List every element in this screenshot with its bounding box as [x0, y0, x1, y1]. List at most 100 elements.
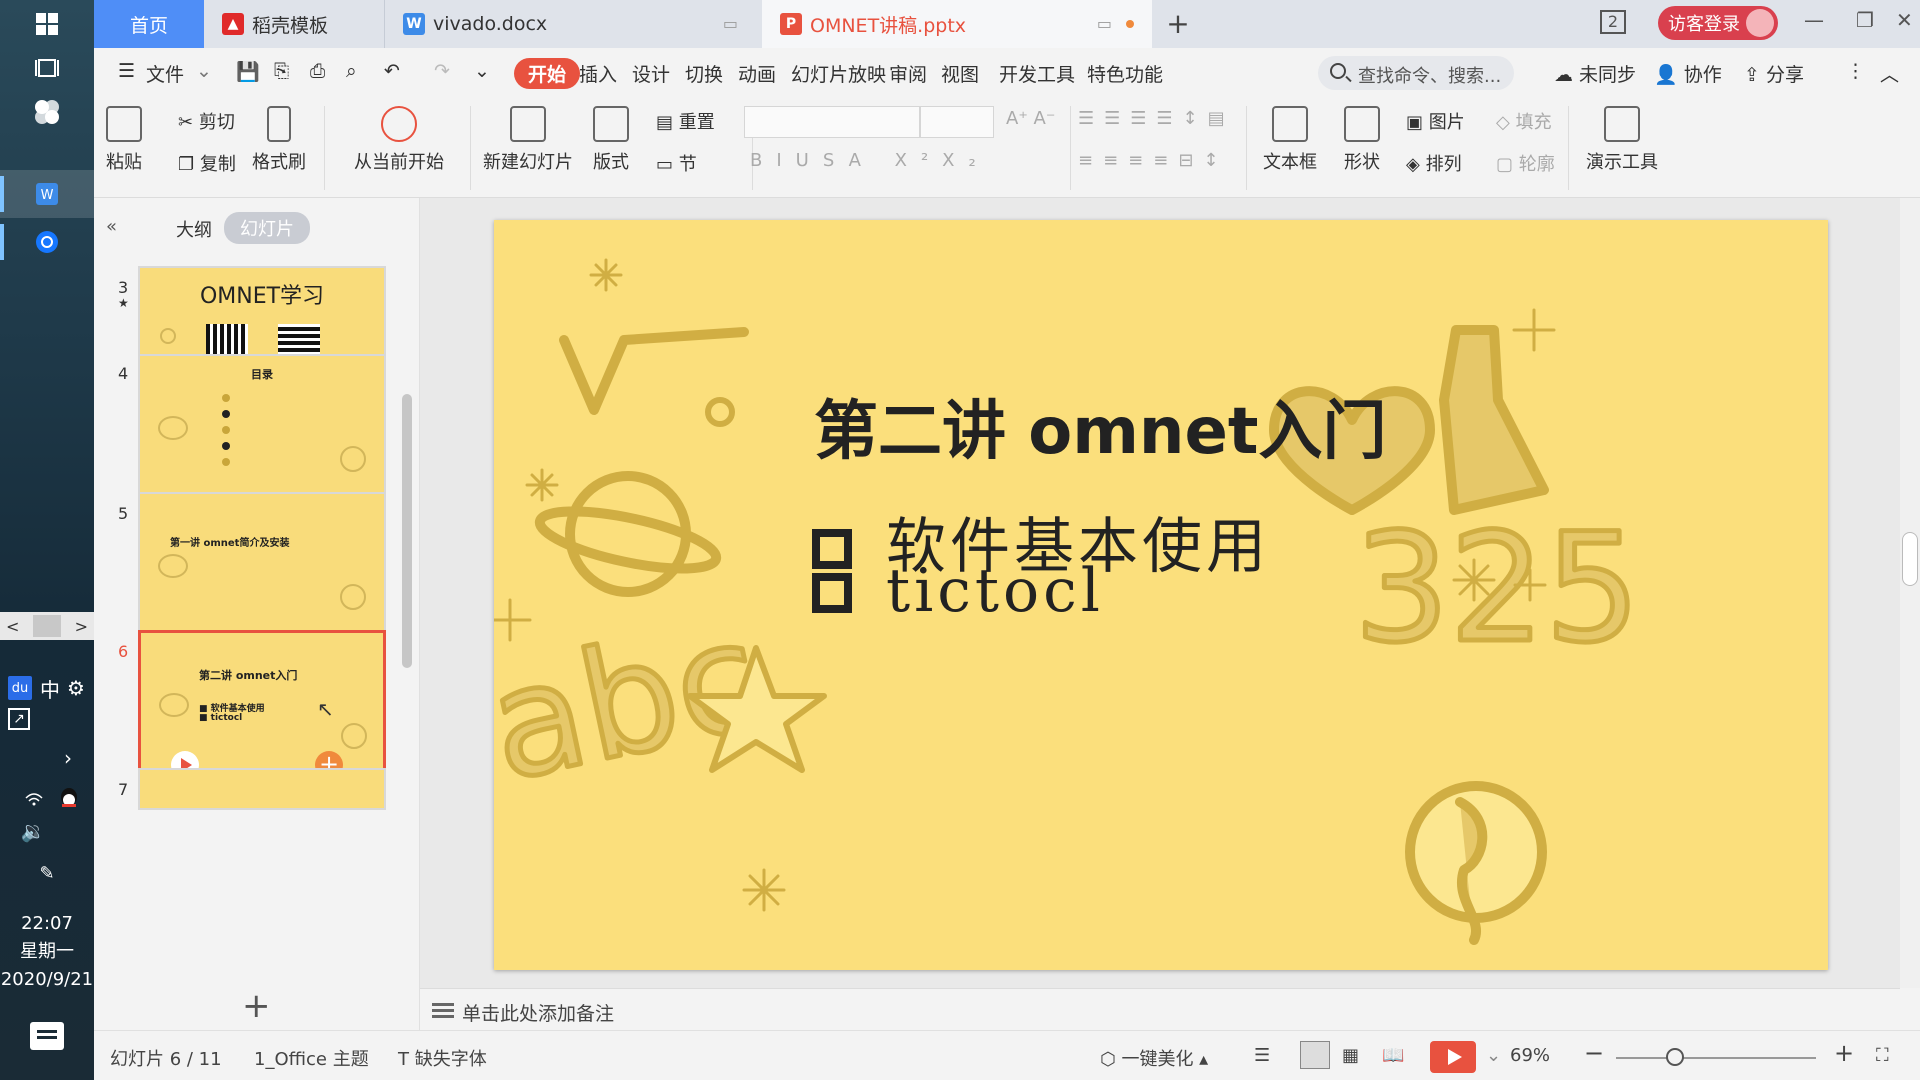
collapse-panel-icon[interactable]: « — [106, 216, 117, 237]
export-icon[interactable]: ⎘ — [274, 60, 289, 82]
add-slide-button[interactable]: + — [242, 986, 271, 1026]
task-view-icon[interactable] — [0, 44, 94, 92]
more-quick-icon[interactable]: ⌄ — [474, 60, 490, 82]
menu-file[interactable]: 文件 — [146, 60, 184, 87]
zoom-slider[interactable] — [1616, 1057, 1816, 1059]
print-icon[interactable]: ⎙ — [310, 60, 325, 82]
taskbar-wps-writer[interactable]: W — [0, 170, 94, 218]
tab-vivado-docx[interactable]: W vivado.docx ▭ — [384, 0, 754, 48]
picture-button[interactable]: ▣ 图片 — [1406, 108, 1465, 134]
scroll-thumb[interactable] — [33, 615, 61, 637]
present-tools-button[interactable]: 演示工具 — [1578, 106, 1666, 174]
slide-bullet[interactable]: tictocl — [812, 556, 1104, 626]
scroll-left-icon[interactable]: < — [6, 617, 19, 636]
restore-button[interactable]: ❐ — [1856, 8, 1874, 32]
menu-design[interactable]: 设计 — [632, 60, 670, 87]
share-button[interactable]: ⇪ 分享 — [1744, 60, 1804, 87]
missing-font-button[interactable]: T 缺失字体 — [398, 1045, 487, 1071]
tab-slides[interactable]: 幻灯片 — [224, 212, 310, 244]
baidu-ime-icon[interactable]: du — [8, 676, 32, 700]
collab-button[interactable]: 👤 协作 — [1654, 60, 1722, 87]
reset-button[interactable]: ▤ 重置 — [656, 108, 715, 134]
slideshow-play-button[interactable] — [1430, 1041, 1476, 1073]
menu-insert[interactable]: 插入 — [579, 60, 617, 87]
arrange-button[interactable]: ◈ 排列 — [1406, 150, 1462, 176]
wifi-icon[interactable] — [22, 786, 46, 810]
command-search-input[interactable]: 查找命令、搜索... — [1318, 56, 1514, 90]
cut-button[interactable]: ✂ 剪切 — [178, 108, 235, 134]
format-painter-button[interactable]: 格式刷 — [244, 106, 314, 174]
paragraph-list-buttons[interactable]: ☰☰☰☰↕▤ — [1078, 108, 1235, 129]
slide[interactable]: abc 325 第二讲 omnet入门 软件基本使用 tictocl — [494, 220, 1828, 970]
section-button[interactable]: ▭ 节 — [656, 150, 697, 176]
qq-icon[interactable] — [56, 786, 82, 812]
system-clock[interactable]: 22:07 星期一 2020/9/21 — [0, 910, 94, 994]
tab-home[interactable]: 首页 — [94, 0, 204, 48]
font-size-select[interactable] — [920, 106, 994, 138]
menu-animation[interactable]: 动画 — [738, 60, 776, 87]
new-slide-button[interactable]: 新建幻灯片 — [480, 106, 576, 174]
zoom-in-icon[interactable]: + — [1834, 1039, 1854, 1067]
zoom-out-icon[interactable]: − — [1584, 1039, 1604, 1067]
outline-button[interactable]: ▢ 轮廓 — [1496, 150, 1555, 176]
taskbar-scrollbar[interactable]: < > — [0, 612, 94, 640]
notes-toggle-icon[interactable]: ☰ — [1254, 1045, 1270, 1066]
taskbar-app-blue[interactable] — [0, 218, 94, 266]
font-family-select[interactable] — [744, 106, 920, 138]
play-options-icon[interactable]: ⌄ — [1486, 1045, 1501, 1066]
menu-review[interactable]: 审阅 — [889, 60, 927, 87]
panel-scrollbar[interactable] — [402, 394, 412, 668]
volume-icon[interactable]: 🔉 — [20, 818, 46, 844]
fit-window-icon[interactable]: ⛶ — [1876, 1045, 1889, 1066]
ime-mode[interactable]: 中 — [38, 676, 62, 702]
chevron-down-icon[interactable]: ⌄ — [196, 60, 212, 82]
zoom-slider-handle[interactable] — [1666, 1048, 1684, 1066]
app-pinwheel-icon[interactable] — [0, 88, 94, 136]
guest-login-button[interactable]: 访客登录 — [1658, 6, 1778, 40]
undo-icon[interactable]: ↶ — [384, 60, 400, 82]
external-link-icon[interactable]: ↗ — [8, 708, 30, 730]
scroll-thumb[interactable] — [1902, 532, 1918, 586]
copy-button[interactable]: ❐ 复制 — [178, 150, 236, 176]
expand-tray-icon[interactable]: › — [56, 746, 80, 770]
menu-start[interactable]: 开始 — [514, 58, 581, 89]
pen-icon[interactable]: ✎ — [34, 860, 60, 886]
slide-thumbnail[interactable] — [138, 768, 386, 810]
font-style-buttons[interactable]: BIUSA X²X₂ — [750, 150, 990, 171]
reading-view-icon[interactable]: 📖 — [1382, 1045, 1404, 1066]
textbox-button[interactable]: 文本框 — [1254, 106, 1326, 174]
redo-icon[interactable]: ↷ — [434, 60, 450, 82]
fill-button[interactable]: ◇ 填充 — [1496, 108, 1552, 134]
align-buttons[interactable]: ≡≡≡≡⊟↕ — [1078, 150, 1229, 171]
zoom-level[interactable]: 69% — [1510, 1045, 1550, 1066]
beautify-button[interactable]: ⬡ 一键美化 ▴ — [1100, 1045, 1208, 1071]
canvas-scrollbar[interactable] — [1900, 198, 1920, 988]
menu-slideshow[interactable]: 幻灯片放映 — [791, 60, 886, 87]
tab-outline[interactable]: 大纲 — [176, 216, 212, 242]
normal-view-icon[interactable] — [1300, 1041, 1330, 1069]
notes-pane[interactable]: 单击此处添加备注 — [420, 988, 1900, 1030]
from-current-button[interactable]: 从当前开始 — [340, 106, 458, 174]
window-count-badge[interactable]: 2 — [1600, 10, 1626, 34]
tab-docer-templates[interactable]: ▲ 稻壳模板 — [204, 0, 374, 48]
windows-start-icon[interactable] — [0, 0, 94, 48]
ime-settings-icon[interactable]: ⚙ — [64, 676, 88, 700]
print-preview-icon[interactable]: ⌕ — [346, 60, 357, 82]
layout-button[interactable]: 版式 — [586, 106, 636, 174]
scroll-right-icon[interactable]: > — [75, 617, 88, 636]
shape-button[interactable]: 形状 — [1332, 106, 1392, 174]
notification-center-icon[interactable] — [30, 1022, 64, 1050]
monitor-icon[interactable]: ▭ — [723, 14, 738, 33]
theme-name[interactable]: 1_Office 主题 — [254, 1045, 369, 1071]
minimize-button[interactable]: — — [1804, 8, 1824, 32]
tab-omnet-pptx[interactable]: P OMNET讲稿.pptx ▭ — [762, 0, 1152, 48]
save-icon[interactable]: 💾 — [236, 60, 260, 83]
slide-sorter-icon[interactable]: ▦ — [1342, 1045, 1359, 1066]
more-icon[interactable]: ⋮ — [1846, 60, 1865, 82]
slide-thumbnail[interactable]: 第一讲 omnet简介及安装 — [138, 492, 386, 638]
menu-special[interactable]: 特色功能 — [1087, 60, 1163, 87]
slide-thumbnail[interactable]: 目录 — [138, 354, 386, 500]
menu-icon[interactable]: ☰ — [118, 60, 135, 82]
paste-button[interactable]: 粘贴 — [94, 106, 154, 174]
collapse-ribbon-icon[interactable]: ︿ — [1880, 60, 1899, 87]
